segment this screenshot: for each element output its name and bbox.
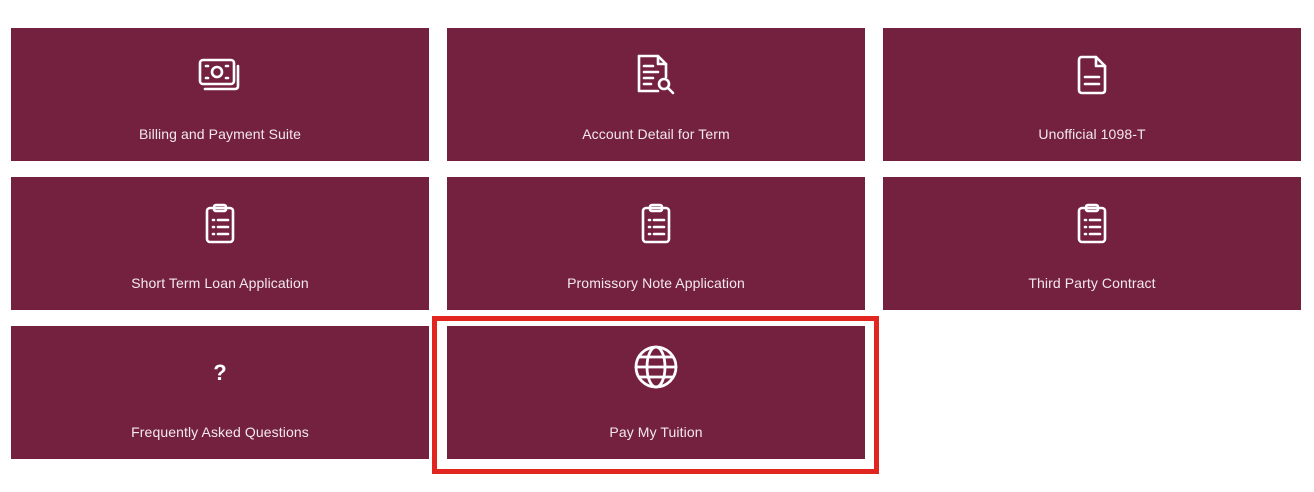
money-icon: [11, 53, 429, 97]
tile-label: Promissory Note Application: [567, 275, 745, 291]
tile-short-term-loan-application[interactable]: Short Term Loan Application: [11, 177, 429, 310]
tile-label: Frequently Asked Questions: [131, 424, 309, 440]
tile-pay-my-tuition[interactable]: Pay My Tuition: [445, 324, 867, 461]
tile-label: Pay My Tuition: [609, 424, 703, 440]
globe-icon: [445, 345, 867, 389]
question-glyph: ?: [213, 360, 227, 385]
clipboard-list-icon: [883, 202, 1301, 246]
tile-label: Account Detail for Term: [582, 126, 730, 142]
tile-frequently-asked-questions[interactable]: ? Frequently Asked Questions: [11, 326, 429, 459]
clipboard-list-icon: [11, 202, 429, 246]
tile-third-party-contract[interactable]: Third Party Contract: [883, 177, 1301, 310]
tile-account-detail-for-term[interactable]: Account Detail for Term: [447, 28, 865, 161]
tile-label: Billing and Payment Suite: [138, 126, 302, 142]
clipboard-list-icon: [447, 202, 865, 246]
tile-billing-and-payment-suite[interactable]: Billing and Payment Suite: [11, 28, 429, 161]
tile-unofficial-1098-t[interactable]: Unofficial 1098-T: [883, 28, 1301, 161]
document-icon: [883, 53, 1301, 97]
tile-label: Short Term Loan Application: [131, 275, 309, 291]
tile-label: Unofficial 1098-T: [1038, 126, 1146, 142]
tile-promissory-note-application[interactable]: Promissory Note Application: [447, 177, 865, 310]
document-search-icon: [447, 53, 865, 97]
tile-label: Third Party Contract: [1028, 275, 1156, 291]
question-icon: ?: [11, 351, 429, 395]
